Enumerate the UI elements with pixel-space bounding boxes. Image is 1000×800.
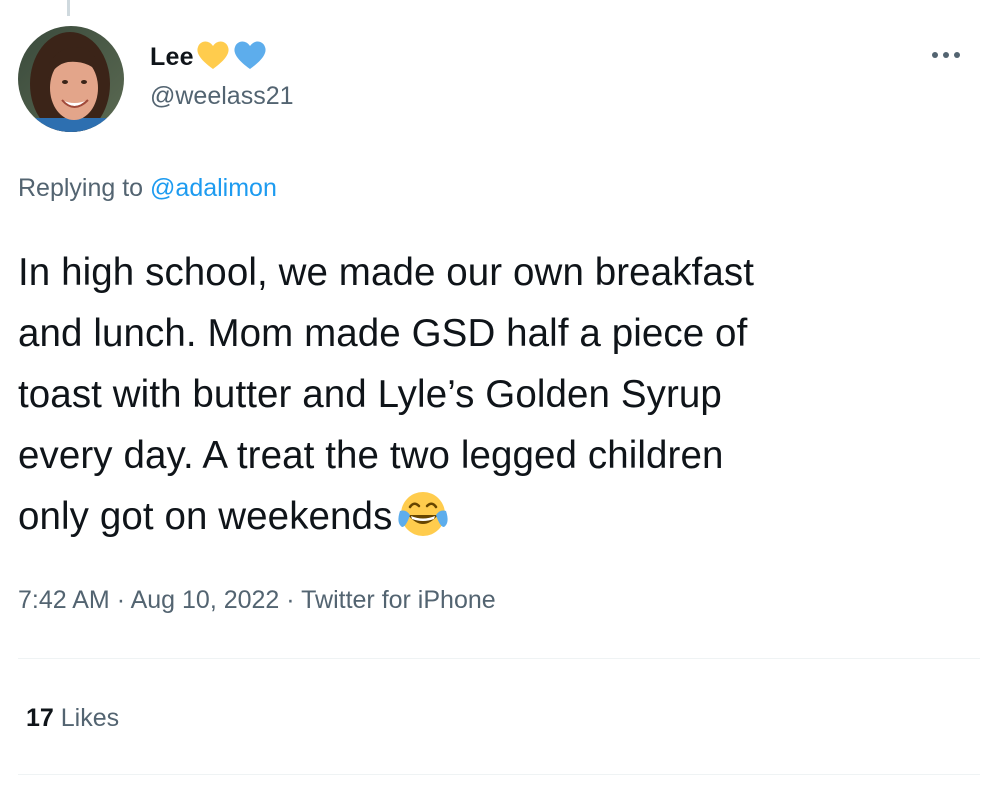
tweet-text-line: and lunch. Mom made GSD half a piece of xyxy=(18,312,748,355)
likes-count: 17 xyxy=(26,704,54,732)
tweet-date[interactable]: Aug 10, 2022 xyxy=(131,586,280,614)
avatar[interactable] xyxy=(18,26,124,132)
blue-heart-icon xyxy=(232,39,268,76)
tweet-text-last-line: only got on weekends xyxy=(18,486,988,559)
tweet-source[interactable]: Twitter for iPhone xyxy=(301,586,496,614)
meta-separator: · xyxy=(116,586,126,614)
user-handle[interactable]: @weelass21 xyxy=(150,82,294,111)
tweet-text-line: every day. A treat the two legged childr… xyxy=(18,434,724,477)
tweet-text-line: only got on weekends xyxy=(18,495,393,538)
divider xyxy=(18,658,980,659)
thread-connector-line xyxy=(67,0,70,16)
display-name[interactable]: Lee xyxy=(150,43,194,72)
tweet-metadata: 7:42 AM · Aug 10, 2022 · Twitter for iPh… xyxy=(18,586,496,615)
meta-separator: · xyxy=(286,586,295,614)
divider xyxy=(18,774,980,775)
tweet-header: Lee @weelass21 xyxy=(18,26,982,136)
replying-to-label: Replying to xyxy=(18,174,144,202)
reply-mention-link[interactable]: @adalimon xyxy=(150,174,277,202)
likes-label: Likes xyxy=(60,704,120,732)
tweet-text-line: toast with butter and Lyle’s Golden Syru… xyxy=(18,373,722,416)
yellow-heart-icon xyxy=(195,39,231,76)
tweet-text: In high school, we made our own breakfas… xyxy=(18,242,988,559)
face-with-tears-of-joy-icon xyxy=(396,487,450,559)
replying-to: Replying to @adalimon xyxy=(18,174,277,203)
tweet-text-line: In high school, we made our own breakfas… xyxy=(18,251,755,294)
likes-stat[interactable]: 17 Likes xyxy=(26,704,119,733)
more-options-icon[interactable] xyxy=(926,40,966,70)
tweet-time[interactable]: 7:42 AM xyxy=(18,586,110,614)
